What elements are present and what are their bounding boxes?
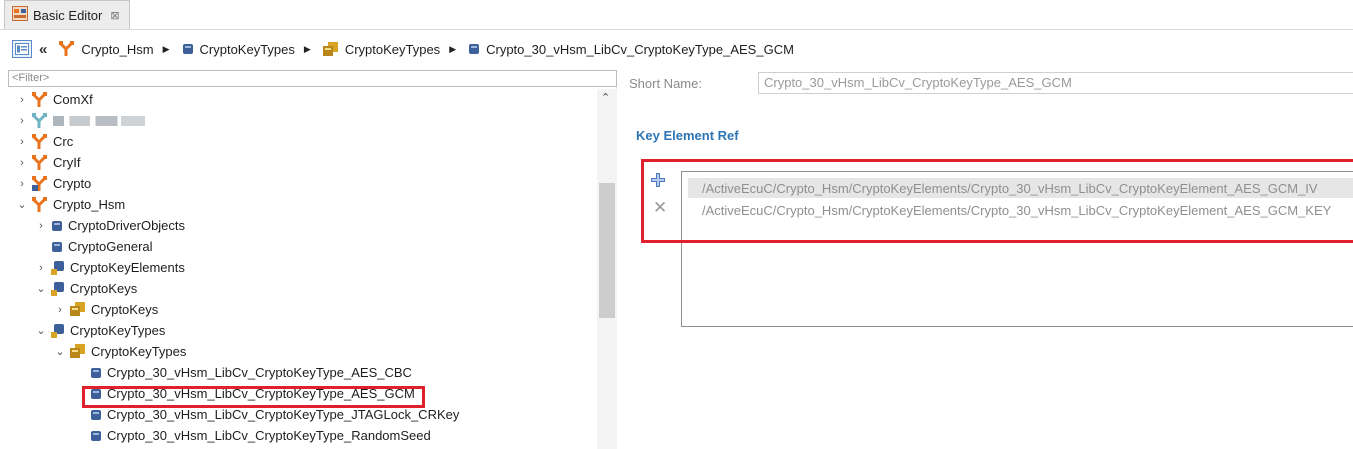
tree-item-cryif[interactable]: › CryIf	[16, 152, 80, 173]
expand-arrow-icon[interactable]: ›	[54, 304, 66, 316]
breadcrumb-label: Crypto_Hsm	[81, 41, 154, 57]
short-name-field[interactable]: Crypto_30_vHsm_LibCv_CryptoKeyType_AES_G…	[758, 72, 1353, 94]
basic-editor-icon	[12, 6, 28, 24]
module-fork-icon	[32, 91, 48, 108]
container-warning-icon	[51, 281, 65, 296]
tree-item-cryptokeytypes[interactable]: ⌄ CryptoKeyTypes	[35, 320, 165, 341]
container-icon	[90, 367, 102, 379]
tree-item-cryptokeys-set[interactable]: › CryptoKeys	[54, 299, 158, 320]
tree-item-label: CryptoDriverObjects	[68, 218, 186, 233]
breadcrumb-label: CryptoKeyTypes	[199, 41, 295, 57]
breadcrumb-separator-icon: ▶	[449, 43, 457, 54]
filter-input[interactable]: <Filter>	[8, 70, 617, 87]
collapse-arrow-icon[interactable]: ⌄	[35, 324, 47, 337]
container-icon	[51, 241, 63, 253]
breadcrumb-item-aes-gcm[interactable]: Crypto_30_vHsm_LibCv_CryptoKeyType_AES_G…	[464, 42, 794, 57]
tree-item-cryptokeys[interactable]: ⌄ CryptoKeys	[35, 278, 137, 299]
expand-arrow-icon[interactable]: ›	[16, 94, 28, 106]
container-warning-icon	[51, 323, 65, 338]
container-stack-icon	[70, 344, 86, 359]
tab-basic-editor[interactable]: Basic Editor ⊠	[4, 0, 130, 29]
module-fork-icon	[32, 154, 48, 171]
container-stack-icon	[322, 41, 339, 57]
breadcrumb-item-cryptokeytypes[interactable]: CryptoKeyTypes	[178, 42, 295, 57]
breadcrumb-item-cryptokeytypes-set[interactable]: CryptoKeyTypes	[319, 41, 441, 57]
tree-item-label: Crc	[53, 134, 74, 149]
expand-arrow-icon[interactable]: ›	[16, 115, 28, 127]
breadcrumb-separator-icon: ▶	[162, 43, 170, 54]
tree-item-label: Crypto_30_vHsm_LibCv_CryptoKeyType_JTAGL…	[107, 407, 460, 422]
tree-item-keytype-randomseed[interactable]: Crypto_30_vHsm_LibCv_CryptoKeyType_Rando…	[74, 425, 431, 446]
tree-item-cryptokeytypes-set[interactable]: ⌄ CryptoKeyTypes	[54, 341, 186, 362]
breadcrumb-label: CryptoKeyTypes	[344, 41, 441, 57]
tree-item-cryptodriverobjects[interactable]: › CryptoDriverObjects	[35, 215, 185, 236]
tree-item-label: Crypto_30_vHsm_LibCv_CryptoKeyType_AES_C…	[107, 365, 412, 380]
container-icon	[90, 430, 102, 442]
breadcrumb-label: Crypto_30_vHsm_LibCv_CryptoKeyType_AES_G…	[486, 41, 794, 57]
expand-arrow-icon[interactable]: ›	[16, 136, 28, 148]
tree-item-label: Crypto	[53, 176, 92, 191]
tree-item-crypto-hsm[interactable]: ⌄ Crypto_Hsm	[16, 194, 125, 215]
module-fork-icon	[32, 112, 48, 129]
tree-item-label: ComXf	[53, 92, 93, 107]
scroll-up-icon[interactable]: ⌃	[601, 91, 610, 104]
scrollbar-thumb[interactable]	[599, 183, 615, 318]
breadcrumb-item-crypto-hsm[interactable]: Crypto_Hsm	[55, 41, 154, 57]
breadcrumb: « Crypto_Hsm ▶ CryptoKeyTypes ▶ CryptoKe…	[0, 34, 1353, 64]
details-panel: Short Name: Crypto_30_vHsm_LibCv_CryptoK…	[620, 64, 1353, 449]
collapse-arrow-icon[interactable]: ⌄	[35, 282, 47, 295]
section-title-key-element-ref: Key Element Ref	[636, 128, 739, 143]
tree-item-label: CryptoKeys	[70, 281, 138, 296]
tree-view-toggle-icon[interactable]	[12, 40, 32, 58]
tree-item-label: Crypto_Hsm	[53, 197, 126, 212]
container-icon	[51, 220, 63, 232]
tree-item-cryptogeneral[interactable]: CryptoGeneral	[35, 236, 153, 257]
expand-arrow-icon[interactable]: ›	[16, 157, 28, 169]
container-icon	[90, 409, 102, 421]
tree-item-label: CryptoKeyElements	[70, 260, 185, 275]
tree-item-label: CryptoKeyTypes	[91, 344, 187, 359]
tree-item-cryptokeyelements[interactable]: › CryptoKeyElements	[35, 257, 185, 278]
tree-scrollbar[interactable]: ⌃	[597, 89, 617, 449]
container-icon	[468, 43, 480, 55]
container-stack-icon	[70, 302, 86, 317]
module-fork-icon	[32, 196, 48, 213]
configuration-tree-panel: <Filter> › ComXf › › Crc › CryIf › Crypt…	[8, 70, 617, 449]
tab-label: Basic Editor	[33, 7, 103, 23]
tree-item-label: Crypto_30_vHsm_LibCv_CryptoKeyType_Rando…	[107, 428, 431, 443]
collapse-arrow-icon[interactable]: ⌄	[54, 345, 66, 358]
container-warning-icon	[51, 260, 65, 275]
expand-arrow-icon[interactable]: ›	[16, 178, 28, 190]
short-name-label: Short Name:	[629, 76, 702, 91]
navigate-back-icon[interactable]: «	[39, 41, 47, 58]
tree-item-label: CryIf	[53, 155, 81, 170]
tree-item-label: CryptoKeys	[91, 302, 159, 317]
module-fork-icon	[32, 133, 48, 150]
expand-arrow-icon[interactable]: ›	[35, 220, 47, 232]
tree-item-comxf[interactable]: › ComXf	[16, 89, 93, 110]
selected-item-highlight	[82, 386, 425, 408]
editor-tab-bar: Basic Editor ⊠	[0, 0, 1353, 30]
expand-arrow-icon[interactable]: ›	[35, 262, 47, 274]
tree-item-redacted[interactable]: ›	[16, 110, 145, 131]
tree-item-crc[interactable]: › Crc	[16, 131, 73, 152]
tree-item-keytype-aes-cbc[interactable]: Crypto_30_vHsm_LibCv_CryptoKeyType_AES_C…	[74, 362, 412, 383]
close-icon[interactable]: ⊠	[110, 9, 119, 22]
tree-item-crypto[interactable]: › Crypto	[16, 173, 91, 194]
tree-item-label: CryptoKeyTypes	[70, 323, 166, 338]
collapse-arrow-icon[interactable]: ⌄	[16, 198, 28, 211]
key-element-ref-highlight	[641, 159, 1353, 243]
container-icon	[182, 43, 194, 55]
tree-item-label: CryptoGeneral	[68, 239, 153, 254]
module-warning-icon	[32, 175, 48, 192]
module-fork-icon	[59, 41, 75, 57]
redacted-label	[53, 115, 145, 126]
breadcrumb-separator-icon: ▶	[303, 43, 311, 54]
